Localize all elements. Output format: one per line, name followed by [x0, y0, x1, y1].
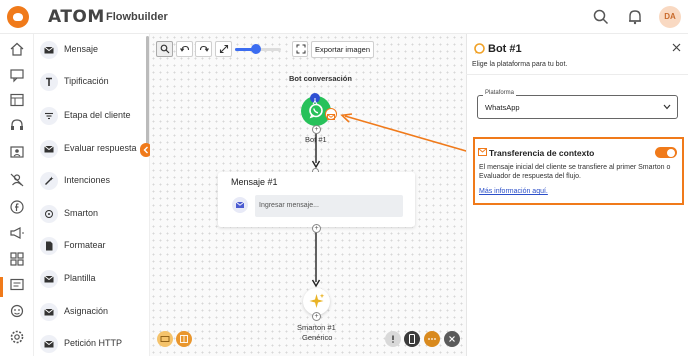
context-transfer-title: Transferencia de contexto [489, 148, 595, 158]
exclamation-icon [392, 335, 394, 343]
smarton-node-sublabel: Genérico [302, 333, 333, 342]
close-canvas-button[interactable] [444, 331, 460, 347]
annotation-arrow [344, 115, 474, 154]
sparkles-icon [309, 293, 325, 308]
smarton-node[interactable] [303, 288, 330, 315]
bot-node-label: Bot #1 [305, 135, 327, 144]
flowbuilder-app: ATOM Flowbuilder DA Mensaje Tipificación… [0, 0, 688, 356]
message-node-icon [232, 197, 248, 213]
mail-icon [327, 114, 335, 120]
mail-icon [235, 201, 245, 208]
bot-start-badge [310, 93, 320, 105]
message-node[interactable]: Mensaje #1 Ingresar mensaje... [218, 172, 415, 227]
add-node-button[interactable]: + [312, 224, 321, 233]
flow-start-icon [312, 98, 318, 105]
info-button[interactable] [385, 331, 401, 347]
phone-icon [409, 334, 415, 344]
mobile-preview-button[interactable] [404, 331, 420, 347]
panel-divider [466, 74, 688, 75]
bottom-action-button-2[interactable] [176, 331, 192, 347]
grid-icon [180, 335, 188, 343]
more-options-button[interactable] [424, 331, 440, 347]
toggle-knob [667, 148, 675, 157]
add-node-button[interactable]: + [312, 125, 321, 134]
context-transfer-toggle[interactable] [655, 147, 677, 158]
more-icon [428, 338, 436, 340]
chevron-down-icon [663, 104, 671, 110]
add-node-button[interactable]: + [312, 312, 321, 321]
context-transfer-badge [325, 108, 337, 120]
close-icon [672, 43, 681, 52]
context-transfer-description: El mensaje inicial del cliente se transf… [479, 164, 671, 180]
platform-select-value: WhatsApp [485, 103, 520, 112]
panel-subtitle: Elige la plataforma para tu bot. [472, 61, 568, 68]
platform-select-label: Plataforma [483, 90, 517, 96]
bot-icon [474, 43, 485, 54]
close-icon [449, 336, 455, 342]
message-input[interactable]: Ingresar mensaje... [255, 195, 403, 217]
message-input-placeholder: Ingresar mensaje... [259, 202, 319, 209]
message-node-title: Mensaje #1 [231, 177, 278, 187]
mail-icon [478, 148, 487, 156]
more-info-link[interactable]: Más información aquí. [479, 188, 548, 195]
panel-title: Bot #1 [488, 43, 522, 55]
keyboard-icon [160, 336, 170, 342]
close-panel-button[interactable] [672, 43, 681, 55]
start-node-caption: Bot conversación [289, 74, 352, 83]
bottom-action-button-1[interactable] [157, 331, 173, 347]
smarton-node-label: Smarton #1 [297, 323, 336, 332]
